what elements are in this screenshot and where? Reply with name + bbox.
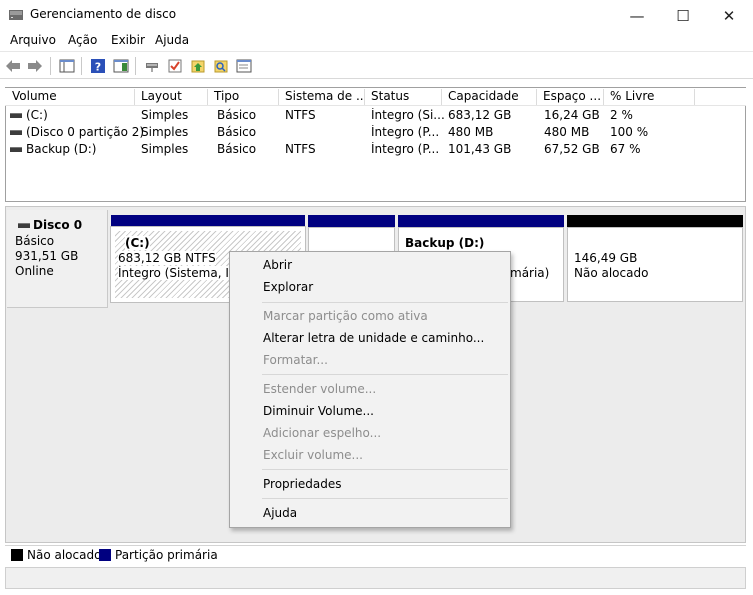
table-cell: Íntegro (Si... bbox=[371, 108, 445, 122]
partition-backup-status: mária) bbox=[510, 266, 550, 280]
table-cell: Íntegro (P... bbox=[371, 142, 440, 156]
column-status[interactable]: Status bbox=[365, 89, 442, 105]
table-cell: Simples bbox=[141, 142, 189, 156]
column-layout[interactable]: Layout bbox=[135, 89, 208, 105]
window-title: Gerenciamento de disco bbox=[30, 7, 177, 21]
connect-icon[interactable] bbox=[143, 57, 161, 75]
disk-name: Disco 0 bbox=[33, 218, 83, 232]
table-cell: NTFS bbox=[285, 108, 316, 122]
ctx-separator bbox=[262, 469, 508, 470]
table-cell[interactable]: (C:) bbox=[26, 108, 48, 122]
partition-backup-name: Backup (D:) bbox=[405, 236, 485, 250]
back-arrow-icon[interactable] bbox=[4, 57, 22, 75]
column-volume[interactable]: Volume bbox=[6, 89, 135, 105]
ctx-diminuir-volume[interactable]: Diminuir Volume... bbox=[263, 404, 374, 418]
table-cell: Simples bbox=[141, 125, 189, 139]
table-cell[interactable]: (Disco 0 partição 2) bbox=[26, 125, 144, 139]
forward-arrow-icon[interactable] bbox=[26, 57, 44, 75]
legend-unallocated-label: Não alocado bbox=[27, 548, 102, 562]
ctx-abrir[interactable]: Abrir bbox=[263, 258, 292, 272]
status-bar bbox=[5, 567, 746, 589]
disk-type: Básico bbox=[15, 234, 55, 248]
unallocated-label: Não alocado bbox=[574, 266, 649, 280]
ctx-explorar[interactable]: Explorar bbox=[263, 280, 313, 294]
table-cell: 67,52 GB bbox=[544, 142, 600, 156]
toolbar-separator bbox=[50, 57, 51, 75]
table-cell: NTFS bbox=[285, 142, 316, 156]
table-cell: Simples bbox=[141, 108, 189, 122]
volume-drive-icon bbox=[10, 113, 22, 118]
table-cell: 67 % bbox=[610, 142, 641, 156]
legend-primary-label: Partição primária bbox=[115, 548, 218, 562]
toolbar-separator bbox=[135, 57, 136, 75]
partition-c-status: Íntegro (Sistema, Inic bbox=[118, 266, 230, 280]
ctx-separator bbox=[262, 302, 508, 303]
table-cell: Íntegro (P... bbox=[371, 125, 440, 139]
partition-c-size: 683,12 GB NTFS bbox=[118, 251, 216, 265]
search-icon[interactable] bbox=[212, 57, 230, 75]
check-icon[interactable] bbox=[166, 57, 184, 75]
menu-ajuda[interactable]: Ajuda bbox=[155, 33, 189, 47]
legend-primary-swatch bbox=[99, 549, 111, 561]
maximize-button[interactable]: ☐ bbox=[660, 0, 706, 31]
disk-icon bbox=[18, 223, 30, 228]
table-cell[interactable]: Backup (D:) bbox=[26, 142, 96, 156]
disk-size: 931,51 GB bbox=[15, 249, 79, 263]
help-icon[interactable]: ? bbox=[89, 57, 107, 75]
ctx-adicionar-espelho: Adicionar espelho... bbox=[263, 426, 382, 440]
column-sistema[interactable]: Sistema de ... bbox=[279, 89, 365, 105]
ctx-marcar-ativa: Marcar partição como ativa bbox=[263, 309, 428, 323]
table-cell: 100 % bbox=[610, 125, 649, 139]
table-cell: Básico bbox=[217, 125, 257, 139]
table-cell: 2 % bbox=[610, 108, 633, 122]
unallocated-bar bbox=[567, 215, 743, 227]
volume-drive-icon bbox=[10, 147, 22, 152]
svg-text:?: ? bbox=[95, 61, 101, 74]
column-livre[interactable]: % Livre bbox=[604, 89, 695, 105]
legend-unallocated-swatch bbox=[11, 549, 23, 561]
ctx-separator bbox=[262, 374, 508, 375]
close-button[interactable]: ✕ bbox=[706, 0, 752, 31]
partition-c-bar bbox=[111, 215, 305, 227]
menu-arquivo[interactable]: Arquivo bbox=[10, 33, 56, 47]
ctx-estender-volume: Estender volume... bbox=[263, 382, 377, 396]
column-tipo[interactable]: Tipo bbox=[208, 89, 279, 105]
action-pane-icon[interactable] bbox=[112, 57, 130, 75]
ctx-excluir-volume: Excluir volume... bbox=[263, 448, 363, 462]
ctx-formatar: Formatar... bbox=[263, 353, 328, 367]
table-cell: Básico bbox=[217, 142, 257, 156]
disk-management-app-icon bbox=[9, 10, 23, 20]
partition-2-bar bbox=[308, 215, 395, 227]
menu-exibir[interactable]: Exibir bbox=[111, 33, 145, 47]
ctx-alterar-letra[interactable]: Alterar letra de unidade e caminho... bbox=[263, 331, 484, 345]
table-cell: 101,43 GB bbox=[448, 142, 512, 156]
table-cell: 480 MB bbox=[448, 125, 494, 139]
console-tree-icon[interactable] bbox=[58, 57, 76, 75]
table-cell: 480 MB bbox=[544, 125, 590, 139]
table-cell: 16,24 GB bbox=[544, 108, 600, 122]
properties-icon[interactable] bbox=[235, 57, 253, 75]
table-cell: 683,12 GB bbox=[448, 108, 512, 122]
unallocated-size: 146,49 GB bbox=[574, 251, 638, 265]
disk-state: Online bbox=[15, 264, 54, 278]
column-capacidade[interactable]: Capacidade bbox=[442, 89, 537, 105]
column-espaco[interactable]: Espaço ... bbox=[537, 89, 604, 105]
ctx-separator bbox=[262, 498, 508, 499]
volume-drive-icon bbox=[10, 130, 22, 135]
ctx-ajuda[interactable]: Ajuda bbox=[263, 506, 297, 520]
menu-acao[interactable]: Ação bbox=[68, 33, 97, 47]
up-icon[interactable] bbox=[189, 57, 207, 75]
partition-backup-bar bbox=[398, 215, 564, 227]
minimize-button[interactable]: — bbox=[614, 0, 660, 31]
ctx-propriedades[interactable]: Propriedades bbox=[263, 477, 342, 491]
table-cell: Básico bbox=[217, 108, 257, 122]
partition-c-name: (C:) bbox=[125, 236, 150, 250]
toolbar-separator bbox=[81, 57, 82, 75]
